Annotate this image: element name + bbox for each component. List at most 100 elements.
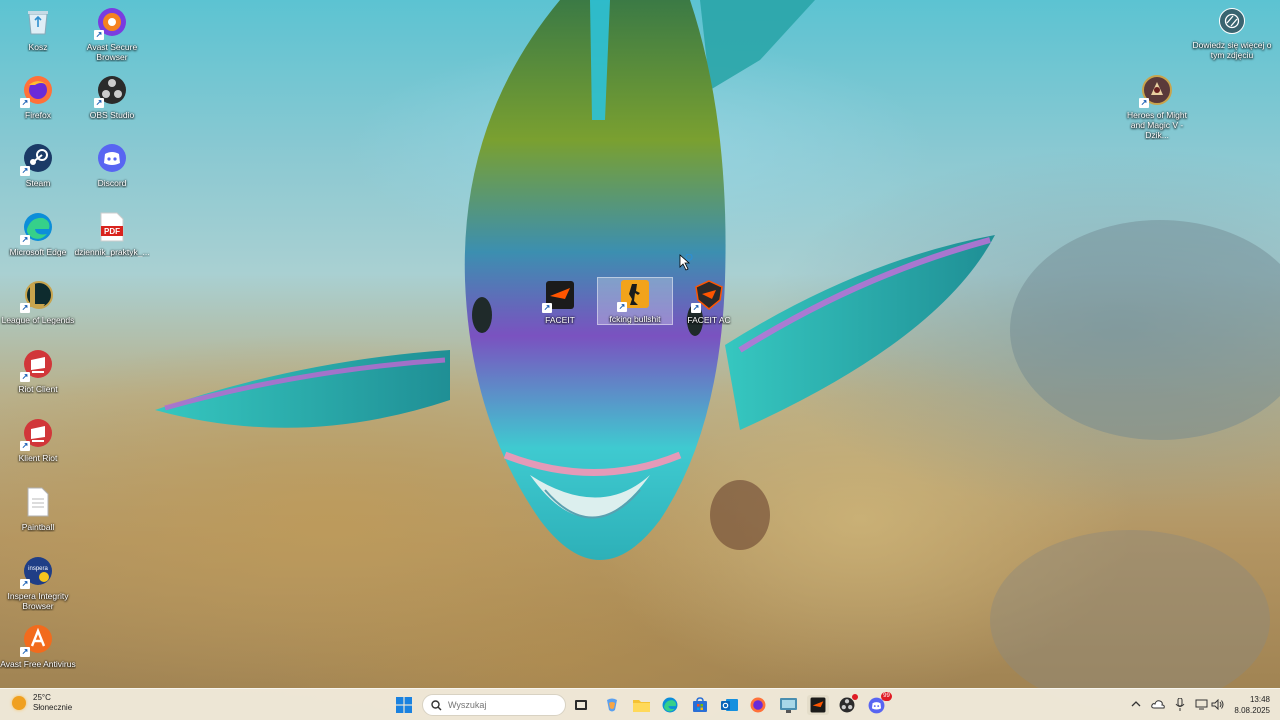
riot-client-icon: ↗ xyxy=(20,417,54,451)
weather-condition: Słonecznie xyxy=(33,703,73,712)
taskbar-search[interactable] xyxy=(422,694,566,716)
notification-dot xyxy=(852,694,858,700)
start-icon xyxy=(396,697,412,713)
search-icon xyxy=(431,699,442,710)
volume-tray-button[interactable] xyxy=(1210,697,1224,711)
desktop-icon-label: Avast Secure Browser xyxy=(86,42,138,62)
outlook-button[interactable] xyxy=(719,695,739,715)
riot-client-icon: ↗ xyxy=(20,348,54,382)
outlook-icon xyxy=(720,699,738,711)
faceit-icon xyxy=(810,697,826,713)
desktop-icon-fcking-bullshit[interactable]: ↗ fcking bullshit xyxy=(597,277,673,325)
taskbar: 25°C Słonecznie Wyszukaj 99 13:48 8.08.2… xyxy=(0,688,1280,720)
spotlight-learn-more[interactable]: Dowiedz się więcej o tym zdjęciu xyxy=(1190,8,1274,60)
faceit-ac-icon: ↗ xyxy=(691,279,725,313)
obs-taskbar-button[interactable] xyxy=(837,694,858,715)
counter-strike-icon: ↗ xyxy=(617,278,651,312)
desktop-icon-microsoft-edge[interactable]: ↗ Microsoft Edge xyxy=(0,211,76,257)
desktop-icon-label: OBS Studio xyxy=(89,110,135,120)
task-view-button[interactable] xyxy=(571,695,591,715)
avast-antivirus-icon: ↗ xyxy=(20,623,54,657)
show-hidden-icons-button[interactable] xyxy=(1129,697,1143,711)
start-button[interactable] xyxy=(394,695,414,715)
pdf-file-icon: PDF xyxy=(96,211,128,243)
obs-studio-icon: ↗ xyxy=(94,74,128,108)
weather-widget[interactable]: 25°C Słonecznie xyxy=(12,693,72,713)
file-explorer-icon xyxy=(632,700,650,712)
desktop-icon-league-of-legends[interactable]: ↗ League of Legends xyxy=(0,279,76,325)
desktop-icon-label: Firefox xyxy=(25,110,51,120)
desktop-icon-label: Avast Free Antivirus xyxy=(0,659,76,669)
desktop-icon-label: Microsoft Edge xyxy=(9,247,67,257)
screen-app-icon xyxy=(779,697,797,713)
desktop-icon-klient-riot[interactable]: ↗ Klient Riot xyxy=(0,417,76,463)
recycle-bin-icon xyxy=(22,6,54,38)
desktop-icon-label: Paintball xyxy=(21,522,55,532)
steam-icon: ↗ xyxy=(20,142,54,176)
weather-temperature: 25°C xyxy=(33,693,51,702)
network-icon xyxy=(1195,699,1207,709)
desktop-icon-steam[interactable]: ↗ Steam xyxy=(0,142,76,188)
parrotfish-image xyxy=(155,0,1280,710)
task-view-icon xyxy=(575,700,587,710)
desktop-icon-label: Discord xyxy=(97,178,127,188)
desktop-icon-faceit[interactable]: ↗ FACEIT xyxy=(522,279,598,325)
spotlight-label: Dowiedz się więcej o tym zdjęciu xyxy=(1192,40,1272,60)
taskbar-clock[interactable]: 13:48 8.08.2025 xyxy=(1224,694,1270,716)
desktop-icon-avast-antivirus[interactable]: ↗ Avast Free Antivirus xyxy=(0,623,76,669)
desktop-icon-label: Riot Client xyxy=(18,384,58,394)
firefox-icon xyxy=(750,697,766,713)
desktop-icon-dziennik-pdf[interactable]: PDF dziennik_praktyk_... xyxy=(74,211,150,257)
clock-time: 13:48 xyxy=(1249,695,1270,704)
store-button[interactable] xyxy=(690,695,710,715)
desktop-icon-label: Kosz xyxy=(28,42,48,52)
desktop-icon-faceit-ac[interactable]: ↗ FACEIT AC xyxy=(671,279,747,325)
desktop-icon-discord[interactable]: Discord xyxy=(74,142,150,188)
microphone-tray-button[interactable] xyxy=(1173,697,1187,711)
edge-icon xyxy=(662,697,678,713)
screen-app-button[interactable] xyxy=(778,695,798,715)
desktop-icon-label: League of Legends xyxy=(1,315,75,325)
desktop-icon-recycle-bin[interactable]: Kosz xyxy=(0,6,76,52)
text-file-icon xyxy=(22,486,54,518)
desktop-icon-label: Inspera Integrity Browser xyxy=(7,591,69,611)
desktop-icon-heroes[interactable]: ↗ Heroes of Might and Magic V - Dzik... xyxy=(1119,74,1195,140)
discord-badge: 99 xyxy=(881,692,892,701)
desktop-icon-firefox[interactable]: ↗ Firefox xyxy=(0,74,76,120)
sun-icon xyxy=(12,696,26,710)
desktop-icon-riot-client[interactable]: ↗ Riot Client xyxy=(0,348,76,394)
discord-icon xyxy=(96,142,128,174)
mouse-cursor-icon xyxy=(679,254,693,271)
firefox-icon: ↗ xyxy=(20,74,54,108)
pdf-badge: PDF xyxy=(104,227,120,236)
desktop-icon-obs-studio[interactable]: ↗ OBS Studio xyxy=(74,74,150,120)
chevron-up-icon xyxy=(1131,701,1141,707)
network-tray-button[interactable] xyxy=(1194,697,1208,711)
faceit-taskbar-button[interactable] xyxy=(807,695,829,715)
inspera-badge: inspera xyxy=(28,566,48,572)
desktop-icon-label: Steam xyxy=(25,178,51,188)
onedrive-icon xyxy=(1151,700,1165,709)
firefox-taskbar-button[interactable] xyxy=(748,695,768,715)
heroes-icon: ↗ xyxy=(1139,74,1173,108)
clock-date: 8.08.2025 xyxy=(1234,706,1270,715)
desktop-icon-avast-secure-browser[interactable]: ↗ Avast Secure Browser xyxy=(74,6,150,62)
discord-taskbar-button[interactable]: 99 xyxy=(866,692,892,715)
camera-icon xyxy=(1219,8,1245,34)
desktop-icon-label: FACEIT xyxy=(545,315,575,325)
edge-icon: ↗ xyxy=(20,211,54,245)
desktop-icon-label: FACEIT AC xyxy=(687,315,731,325)
file-explorer-button[interactable] xyxy=(631,695,651,715)
desktop-icon-inspera[interactable]: inspera ↗ Inspera Integrity Browser xyxy=(0,555,76,611)
desktop-icon-paintball[interactable]: Paintball xyxy=(0,486,76,532)
league-of-legends-icon: ↗ xyxy=(20,279,54,313)
inspera-icon: inspera ↗ xyxy=(20,555,54,589)
desktop-wallpaper xyxy=(0,0,1280,720)
speaker-icon xyxy=(1211,698,1223,710)
search-input[interactable] xyxy=(448,700,548,710)
edge-taskbar-button[interactable] xyxy=(660,695,680,715)
copilot-button[interactable] xyxy=(602,695,622,715)
onedrive-tray-button[interactable] xyxy=(1151,697,1165,711)
microphone-icon xyxy=(1175,697,1185,711)
store-icon xyxy=(693,697,707,712)
